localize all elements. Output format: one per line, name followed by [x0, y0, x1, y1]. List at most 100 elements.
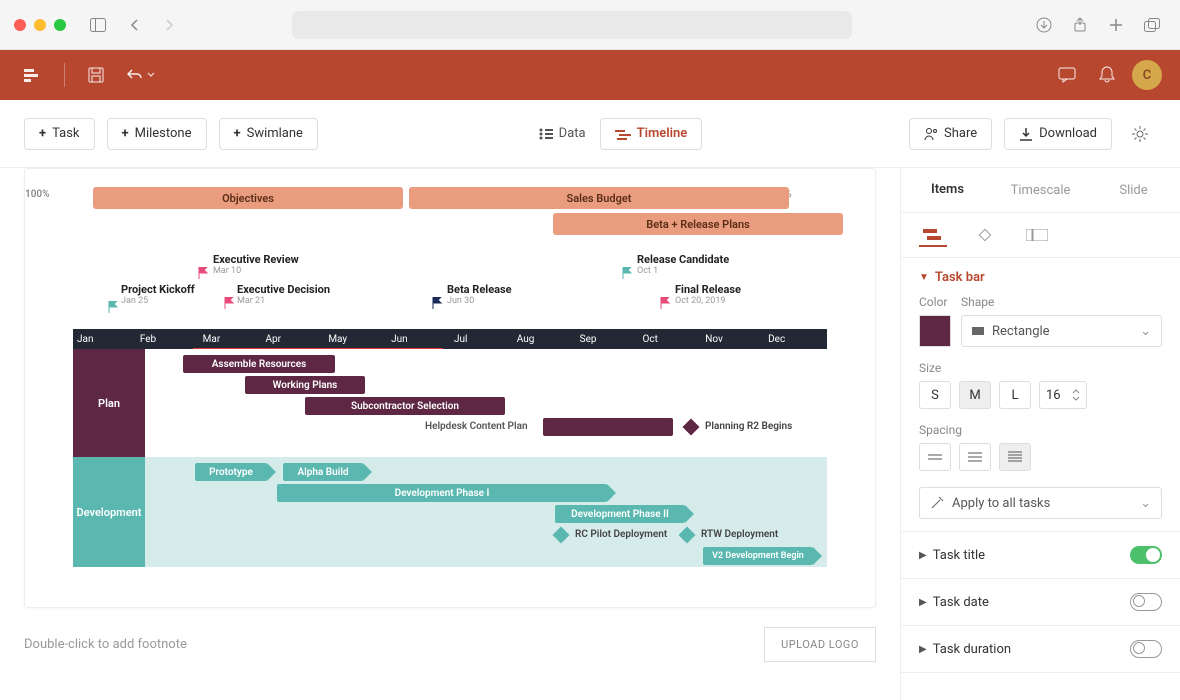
maximize-window-button[interactable]	[54, 19, 66, 31]
size-s-button[interactable]: S	[919, 381, 951, 409]
task-title-toggle[interactable]	[1130, 546, 1162, 564]
comment-icon[interactable]	[1052, 60, 1082, 90]
close-window-button[interactable]	[14, 19, 26, 31]
nav-forward-icon[interactable]	[156, 11, 184, 39]
flag-icon	[107, 301, 119, 313]
swimlane-label: Development	[73, 457, 145, 567]
milestone-kickoff[interactable]: Project Kickoff Jan 25	[121, 283, 195, 306]
apply-all-select[interactable]: Apply to all tasks ⌄	[919, 487, 1162, 519]
milestone-rc[interactable]: Release Candidate Oct 1	[637, 253, 729, 276]
task-prototype[interactable]: Prototype	[195, 463, 267, 481]
section-task-date[interactable]: ▶ Task date	[901, 579, 1180, 626]
month-label: Feb	[136, 329, 199, 349]
task-assemble[interactable]: Assemble Resources	[183, 355, 335, 373]
notification-icon[interactable]	[1092, 60, 1122, 90]
task-subcon[interactable]: Subcontractor Selection	[305, 397, 505, 415]
subtab-taskbar-icon[interactable]	[919, 223, 947, 247]
section-task-duration[interactable]: ▶ Task duration	[901, 626, 1180, 673]
download-icon[interactable]	[1030, 11, 1058, 39]
milestone-final[interactable]: Final Release Oct 20, 2019	[675, 283, 741, 306]
add-task-label: Task	[52, 126, 79, 141]
add-swimlane-button[interactable]: + Swimlane	[219, 118, 318, 150]
undo-icon[interactable]	[121, 60, 161, 90]
stepper-icon	[1072, 387, 1080, 403]
share-button[interactable]: Share	[909, 118, 992, 150]
list-icon	[539, 128, 553, 140]
milestone-review[interactable]: Executive Review Mar 10	[213, 253, 299, 276]
window-traffic-lights	[14, 19, 66, 31]
milestone-rcpilot-label: RC Pilot Deployment	[575, 529, 667, 540]
data-view-tab[interactable]: Data	[525, 118, 600, 150]
task-helpdesk-label: Helpdesk Content Plan	[425, 421, 528, 432]
topbar-sales[interactable]: Sales Budget	[409, 187, 789, 209]
flag-icon	[431, 297, 443, 309]
spacing-tight-button[interactable]	[919, 443, 951, 471]
color-swatch[interactable]	[919, 315, 951, 347]
shape-select[interactable]: Rectangle ⌄	[961, 315, 1162, 347]
project-icon[interactable]	[18, 60, 48, 90]
spacing-wide-button[interactable]	[999, 443, 1031, 471]
download-label: Download	[1039, 126, 1097, 141]
size-l-button[interactable]: L	[999, 381, 1031, 409]
milestone-diamond[interactable]	[683, 419, 700, 436]
flag-icon	[223, 297, 235, 309]
plus-icon: +	[234, 126, 241, 141]
sidebar-toggle-icon[interactable]	[84, 11, 112, 39]
tabs-icon[interactable]	[1138, 11, 1166, 39]
swimlane-plan[interactable]: Plan Assemble Resources Working Plans Su…	[73, 349, 827, 457]
download-button[interactable]: Download	[1004, 118, 1112, 150]
size-m-button[interactable]: M	[959, 381, 991, 409]
section-header[interactable]: ▼ Task bar	[919, 270, 1162, 285]
save-icon[interactable]	[81, 60, 111, 90]
tab-items[interactable]: Items	[901, 168, 994, 212]
task-v2[interactable]: V2 Development Begin	[703, 547, 813, 565]
size-value-input[interactable]: 16	[1039, 381, 1087, 409]
spacing-medium-button[interactable]	[959, 443, 991, 471]
milestone-rtw-label: RTW Deployment	[701, 529, 778, 540]
task-devp1[interactable]: Development Phase I	[277, 484, 607, 502]
view-toggle: Data Timeline	[525, 118, 703, 150]
settings-button[interactable]	[1124, 118, 1156, 150]
share-icon[interactable]	[1066, 11, 1094, 39]
data-view-label: Data	[559, 126, 586, 141]
color-label: Color	[919, 295, 951, 309]
milestones-area: Project Kickoff Jan 25 Executive Review …	[73, 239, 827, 329]
task-duration-toggle[interactable]	[1130, 640, 1162, 658]
task-date-toggle[interactable]	[1130, 593, 1162, 611]
task-working[interactable]: Working Plans	[245, 376, 365, 394]
swimlanes: Plan Assemble Resources Working Plans Su…	[73, 349, 827, 567]
user-avatar[interactable]: C	[1132, 60, 1162, 90]
topbar-beta[interactable]: Beta + Release Plans	[553, 213, 843, 235]
milestone-diamond[interactable]	[553, 527, 570, 544]
milestone-beta[interactable]: Beta Release Jun 30	[447, 283, 512, 306]
nav-back-icon[interactable]	[120, 11, 148, 39]
caret-right-icon: ▶	[919, 550, 927, 561]
flag-icon	[659, 297, 671, 309]
task-helpdesk-bar[interactable]	[543, 418, 673, 436]
minimize-window-button[interactable]	[34, 19, 46, 31]
milestone-decision[interactable]: Executive Decision Mar 21	[237, 283, 330, 306]
new-tab-icon[interactable]	[1102, 11, 1130, 39]
month-label: Dec	[764, 329, 827, 349]
chevron-down-icon: ⌄	[1140, 496, 1151, 511]
upload-logo-button[interactable]: UPLOAD LOGO	[764, 627, 876, 662]
tab-slide[interactable]: Slide	[1087, 168, 1180, 212]
subtab-swimlane-icon[interactable]	[1023, 223, 1051, 247]
task-devp2[interactable]: Development Phase II	[555, 505, 685, 523]
month-label: Jul	[450, 329, 513, 349]
swimlane-development[interactable]: Development Prototype Alpha Build Develo…	[73, 457, 827, 567]
timeline-canvas[interactable]: 100% 100% Objectives Sales Budget Beta +…	[24, 168, 876, 608]
task-alpha[interactable]: Alpha Build	[283, 463, 363, 481]
topbar-objectives[interactable]: Objectives	[93, 187, 403, 209]
section-task-title[interactable]: ▶ Task title	[901, 532, 1180, 579]
flag-icon	[197, 267, 209, 279]
month-label: Sep	[576, 329, 639, 349]
address-bar[interactable]	[292, 11, 852, 39]
tab-timescale[interactable]: Timescale	[994, 168, 1087, 212]
milestone-diamond[interactable]	[679, 527, 696, 544]
timeline-view-tab[interactable]: Timeline	[600, 118, 703, 150]
add-milestone-button[interactable]: + Milestone	[107, 118, 207, 150]
subtab-milestone-icon[interactable]	[971, 223, 999, 247]
add-task-button[interactable]: + Task	[24, 118, 95, 150]
footnote-placeholder[interactable]: Double-click to add footnote	[24, 637, 187, 652]
